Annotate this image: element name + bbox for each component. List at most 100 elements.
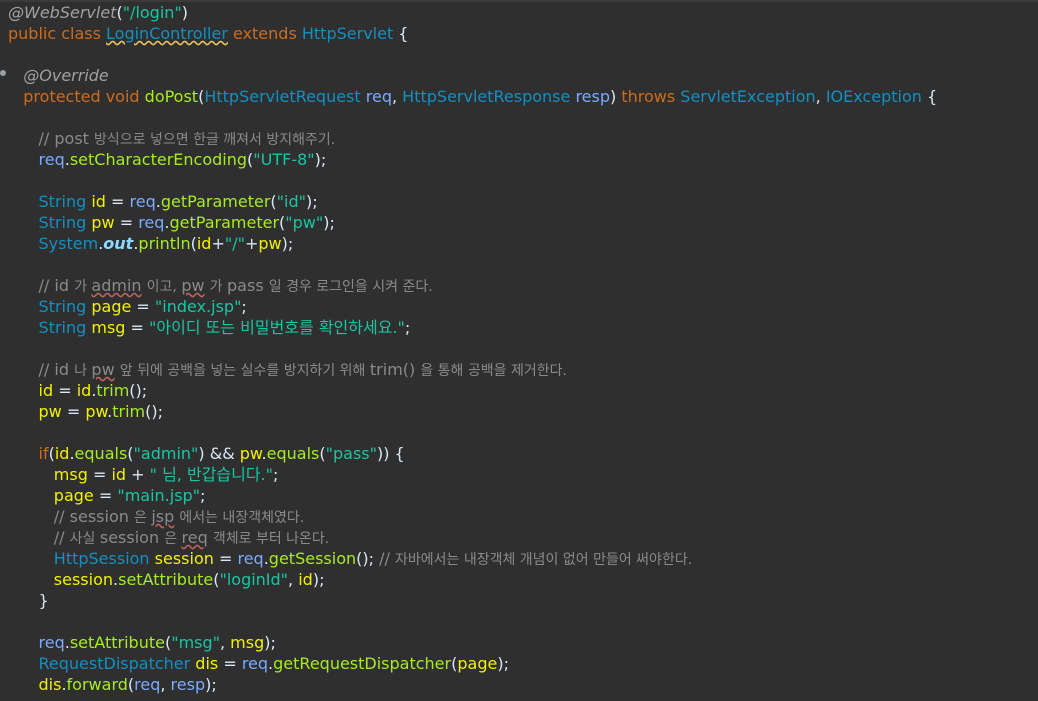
code-token: dis: [38, 675, 62, 694]
code-token: id: [38, 381, 54, 400]
code-token: resp: [575, 87, 611, 106]
code-line[interactable]: req.setAttribute("msg", msg);: [8, 632, 276, 653]
code-token: HttpServletResponse: [402, 87, 571, 106]
code-token: session: [154, 549, 214, 568]
code-token: req: [138, 213, 165, 232]
code-line[interactable]: msg = id + " 님, 반갑습니다.";: [8, 464, 279, 485]
code-token: 이고,: [146, 279, 182, 295]
code-token: String: [38, 318, 87, 337]
code-token: pw: [91, 360, 115, 379]
code-token: "pw": [285, 213, 324, 232]
code-line[interactable]: String page = "index.jsp";: [8, 296, 247, 317]
code-token: "id": [276, 192, 306, 211]
code-token: // post: [38, 129, 95, 148]
code-line[interactable]: RequestDispatcher dis = req.getRequestDi…: [8, 653, 509, 674]
code-token: 가: [209, 279, 228, 295]
code-token: IOException: [825, 87, 922, 106]
code-token: if: [38, 444, 49, 463]
code-token: trim: [112, 402, 146, 421]
code-token: =: [114, 213, 139, 232]
code-token: =: [213, 549, 238, 568]
code-token: getRequestDispatcher: [273, 654, 452, 673]
code-line[interactable]: protected void doPost(HttpServletRequest…: [8, 86, 937, 107]
code-token: jsp: [151, 507, 175, 526]
code-line[interactable]: // post 방식으로 넣으면 한글 깨져서 방지해주기.: [8, 128, 336, 149]
code-token: resp: [170, 675, 206, 694]
code-token: 을 통해 공백을 제거한다.: [420, 363, 567, 379]
code-token: @Override: [23, 66, 109, 85]
code-token: req: [129, 192, 156, 211]
code-line[interactable]: session.setAttribute("loginId", id);: [8, 569, 325, 590]
code-token: setAttribute: [69, 633, 165, 652]
code-token: =: [61, 402, 86, 421]
code-line[interactable]: String pw = req.getParameter("pw");: [8, 212, 335, 233]
code-token: 자바에서는 내장객체 개념이 없어 만들어 써야한다.: [394, 552, 693, 568]
code-token: id: [54, 444, 70, 463]
code-token: "loginId": [219, 570, 289, 589]
code-line[interactable]: // id 가 admin 이고, pw 가 pass 일 경우 로그인을 시켜…: [8, 275, 433, 296]
code-token: pw: [85, 402, 108, 421]
code-token: ,: [160, 675, 171, 694]
code-line[interactable]: // session 은 jsp 에서는 내장객체였다.: [8, 506, 304, 527]
code-line[interactable]: pw = pw.trim();: [8, 401, 163, 422]
code-line[interactable]: // id 나 pw 앞 뒤에 공백을 넣는 실수를 방지하기 위해 trim(…: [8, 359, 567, 380]
code-line[interactable]: String msg = "아이디 또는 비밀번호를 확인하세요.";: [8, 317, 411, 338]
code-token: HttpSession: [53, 549, 150, 568]
code-token: pw: [181, 276, 205, 295]
code-token: "msg": [171, 633, 220, 652]
code-line[interactable]: page = "main.jsp";: [8, 485, 206, 506]
code-token: equals: [74, 444, 128, 463]
code-line[interactable]: public class LoginController extends Htt…: [8, 23, 408, 44]
code-line[interactable]: }: [8, 590, 49, 611]
code-token: msg: [91, 318, 126, 337]
code-line[interactable]: if(id.equals("admin") && pw.equals("pass…: [8, 443, 405, 464]
code-token: setCharacterEncoding: [69, 150, 248, 169]
code-line[interactable]: id = id.trim();: [8, 380, 148, 401]
code-line[interactable]: req.setCharacterEncoding("UTF-8");: [8, 149, 327, 170]
code-token: // id: [38, 360, 75, 379]
code-token: 은: [133, 510, 152, 526]
code-token: page: [457, 654, 498, 673]
code-token: }: [8, 591, 49, 610]
code-line[interactable]: dis.forward(req, resp);: [8, 674, 217, 695]
code-token: "pass": [325, 444, 377, 463]
code-token: );: [264, 633, 276, 652]
code-token: ;: [200, 486, 206, 505]
code-token: req: [365, 87, 392, 106]
code-token: page: [91, 297, 132, 316]
code-token: 객체로 부터 나온다.: [212, 531, 330, 547]
code-token: 사실: [69, 531, 100, 547]
code-token: );: [205, 675, 217, 694]
code-token: setAttribute: [118, 570, 214, 589]
code-token: req: [38, 633, 65, 652]
code-line[interactable]: // 사실 session 은 req 객체로 부터 나온다.: [8, 527, 329, 548]
code-token: "아이디 또는 비밀번호를 확인하세요.": [149, 318, 405, 337]
code-token: public class: [8, 24, 107, 43]
code-token: id: [298, 570, 313, 589]
code-token: =: [93, 486, 118, 505]
code-editor[interactable]: @WebServlet("/login") public class LoginC…: [0, 0, 1038, 701]
code-token: getParameter: [169, 213, 280, 232]
code-line[interactable]: @WebServlet("/login"): [8, 2, 188, 23]
code-token: ServletException: [680, 87, 816, 106]
code-token: @WebServlet: [8, 3, 117, 22]
code-token: "/": [224, 234, 245, 253]
code-line[interactable]: System.out.println(id+"/"+pw);: [8, 233, 294, 254]
code-line[interactable]: HttpSession session = req.getSession(); …: [8, 548, 692, 569]
code-token: );: [281, 234, 294, 253]
code-line[interactable]: String id = req.getParameter("id");: [8, 191, 318, 212]
code-token: ,: [288, 570, 299, 589]
code-line[interactable]: @Override: [8, 65, 109, 86]
code-token: ) &&: [198, 444, 240, 463]
code-token: String: [38, 213, 87, 232]
code-token: msg: [230, 633, 265, 652]
code-token: );: [312, 570, 325, 589]
code-token: System: [38, 234, 99, 253]
code-token: 가: [74, 279, 92, 295]
